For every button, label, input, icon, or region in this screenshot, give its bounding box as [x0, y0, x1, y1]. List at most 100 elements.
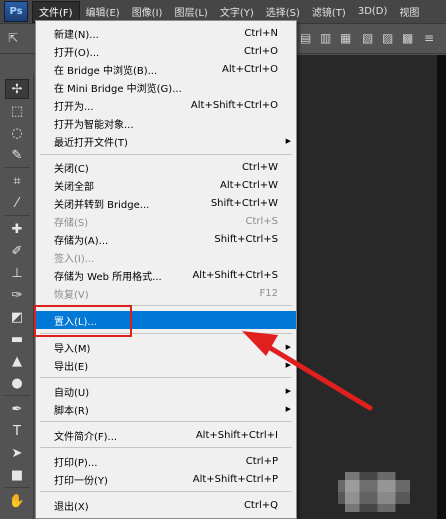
menu-item-shortcut: F12: [259, 287, 278, 299]
submenu-arrow-icon: ▶: [285, 405, 291, 413]
menu-item-close-all[interactable]: 关闭全部 Alt+Ctrl+W: [36, 176, 296, 194]
menu-item-label: 存储为(A)...: [54, 235, 109, 247]
menu-item-shortcut: Shift+Ctrl+S: [214, 233, 278, 245]
toolbox-divider: [4, 487, 30, 488]
align-center-icon[interactable]: ▨: [382, 31, 393, 45]
menu-item-recent-files[interactable]: 最近打开文件(T) ▶: [36, 132, 296, 150]
menu-item-label: 关闭(C): [54, 163, 89, 175]
path-selection-tool-icon[interactable]: ➤: [5, 443, 29, 463]
highlight-box: [34, 305, 132, 337]
menu-item-new[interactable]: 新建(N)... Ctrl+N: [36, 24, 296, 42]
eyedropper-tool-icon[interactable]: ⁄: [5, 193, 29, 213]
quick-select-tool-icon[interactable]: ✎: [5, 145, 29, 165]
menu-item-check-in[interactable]: 签入(I)...: [36, 248, 296, 266]
menu-item-shortcut: Ctrl+P: [245, 455, 278, 467]
type-tool-icon[interactable]: T: [5, 421, 29, 441]
menu-item-label: 脚本(R): [54, 405, 89, 417]
file-menu-dropdown: 新建(N)... Ctrl+N 打开(O)... Ctrl+O 在 Bridge…: [35, 20, 297, 519]
align-top-icon[interactable]: ▤: [300, 31, 311, 45]
menu-item-save[interactable]: 存储(S) Ctrl+S: [36, 212, 296, 230]
menu-item-exit[interactable]: 退出(X) Ctrl+Q: [36, 496, 296, 514]
menu-item-open[interactable]: 打开(O)... Ctrl+O: [36, 42, 296, 60]
clone-stamp-tool-icon[interactable]: ⊥: [5, 263, 29, 283]
submenu-arrow-icon: ▶: [285, 137, 291, 145]
menu-item-shortcut: Alt+Ctrl+O: [222, 63, 278, 75]
distribute-icon[interactable]: ≡: [424, 31, 434, 45]
menu-item-label: 导出(E): [54, 361, 89, 373]
submenu-arrow-icon: ▶: [285, 361, 291, 369]
menu-item-import[interactable]: 导入(M) ▶: [36, 338, 296, 356]
menu-item-label: 最近打开文件(T): [54, 137, 128, 149]
menu-item-print[interactable]: 打印(P)... Ctrl+P: [36, 452, 296, 470]
menu-item-export[interactable]: 导出(E) ▶: [36, 356, 296, 374]
menu-item-shortcut: Alt+Shift+Ctrl+O: [190, 99, 278, 111]
align-right-icon[interactable]: ▩: [402, 31, 413, 45]
pixelated-watermark: [338, 472, 410, 512]
healing-brush-tool-icon[interactable]: ✚: [5, 219, 29, 239]
menu-item-label: 打开为...: [54, 101, 94, 113]
canvas-image-edge: [437, 55, 446, 519]
toolbox-divider: [4, 167, 30, 168]
menu-item-label: 导入(M): [54, 343, 91, 355]
menu-item-open-as[interactable]: 打开为... Alt+Shift+Ctrl+O: [36, 96, 296, 114]
menu-item-save-for-web[interactable]: 存储为 Web 所用格式... Alt+Shift+Ctrl+S: [36, 266, 296, 284]
dodge-tool-icon[interactable]: ●: [5, 373, 29, 393]
menu-separator: [40, 447, 292, 448]
menu-item-open-smart-object[interactable]: 打开为智能对象...: [36, 114, 296, 132]
menu-item-browse-mini-bridge[interactable]: 在 Mini Bridge 中浏览(G)...: [36, 78, 296, 96]
menu-item-browse-bridge[interactable]: 在 Bridge 中浏览(B)... Alt+Ctrl+O: [36, 60, 296, 78]
lasso-tool-icon[interactable]: ◌: [5, 123, 29, 143]
menu-item-save-as[interactable]: 存储为(A)... Shift+Ctrl+S: [36, 230, 296, 248]
menu-item-label: 打开为智能对象...: [54, 119, 134, 131]
menu-item-close[interactable]: 关闭(C) Ctrl+W: [36, 158, 296, 176]
menu-3d[interactable]: 3D(D): [352, 1, 394, 23]
eraser-tool-icon[interactable]: ◩: [5, 307, 29, 327]
menu-view[interactable]: 视图: [393, 1, 425, 23]
menu-item-revert[interactable]: 恢复(V) F12: [36, 284, 296, 302]
menu-item-scripts[interactable]: 脚本(R) ▶: [36, 400, 296, 418]
toolbox: ✢ ⬚ ◌ ✎ ⌗ ⁄ ✚ ✐ ⊥ ✑ ◩ ▬ ▲ ● ✒ T ➤ ■ ✋: [0, 75, 34, 519]
shape-tool-icon[interactable]: ■: [5, 465, 29, 485]
hand-tool-icon[interactable]: ✋: [5, 491, 29, 511]
pen-tool-icon[interactable]: ✒: [5, 399, 29, 419]
menu-item-label: 签入(I)...: [54, 253, 95, 265]
brush-tool-icon[interactable]: ✐: [5, 241, 29, 261]
menu-item-label: 存储为 Web 所用格式...: [54, 271, 162, 283]
photoshop-logo: Ps: [4, 1, 28, 22]
menu-item-label: 新建(N)...: [54, 29, 99, 41]
history-brush-tool-icon[interactable]: ✑: [5, 285, 29, 305]
align-middle-icon[interactable]: ▥: [320, 31, 331, 45]
move-tool-icon[interactable]: ⇱: [8, 31, 18, 45]
menu-item-label: 自动(U): [54, 387, 90, 399]
menu-item-label: 文件简介(F)...: [54, 431, 118, 443]
menu-item-print-one-copy[interactable]: 打印一份(Y) Alt+Shift+Ctrl+P: [36, 470, 296, 488]
menu-item-label: 打印(P)...: [54, 457, 98, 469]
align-bottom-icon[interactable]: ▦: [340, 31, 351, 45]
menu-item-label: 退出(X): [54, 501, 89, 513]
toolbox-divider: [4, 395, 30, 396]
submenu-arrow-icon: ▶: [285, 343, 291, 351]
gradient-tool-icon[interactable]: ▬: [5, 329, 29, 349]
menu-item-shortcut: Ctrl+S: [245, 215, 278, 227]
submenu-arrow-icon: ▶: [285, 387, 291, 395]
menu-item-file-info[interactable]: 文件简介(F)... Alt+Shift+Ctrl+I: [36, 426, 296, 444]
menu-item-shortcut: Ctrl+W: [241, 161, 278, 173]
menu-item-automate[interactable]: 自动(U) ▶: [36, 382, 296, 400]
menu-item-label: 恢复(V): [54, 289, 89, 301]
menu-filter[interactable]: 滤镜(T): [306, 1, 352, 23]
menu-item-shortcut: Shift+Ctrl+W: [210, 197, 278, 209]
menu-item-shortcut: Ctrl+N: [244, 27, 278, 39]
menu-item-shortcut: Alt+Shift+Ctrl+S: [192, 269, 278, 281]
crop-tool-icon[interactable]: ⌗: [5, 171, 29, 191]
menu-separator: [40, 421, 292, 422]
marquee-tool-icon[interactable]: ⬚: [5, 101, 29, 121]
menu-item-shortcut: Ctrl+Q: [243, 499, 278, 511]
menu-item-close-go-bridge[interactable]: 关闭并转到 Bridge... Shift+Ctrl+W: [36, 194, 296, 212]
toolbox-divider: [4, 215, 30, 216]
menu-separator: [40, 154, 292, 155]
blur-tool-icon[interactable]: ▲: [5, 351, 29, 371]
menu-item-shortcut: Alt+Shift+Ctrl+P: [192, 473, 278, 485]
align-left-icon[interactable]: ▧: [362, 31, 373, 45]
move-tool-icon[interactable]: ✢: [5, 79, 29, 99]
menu-item-label: 存储(S): [54, 217, 89, 229]
